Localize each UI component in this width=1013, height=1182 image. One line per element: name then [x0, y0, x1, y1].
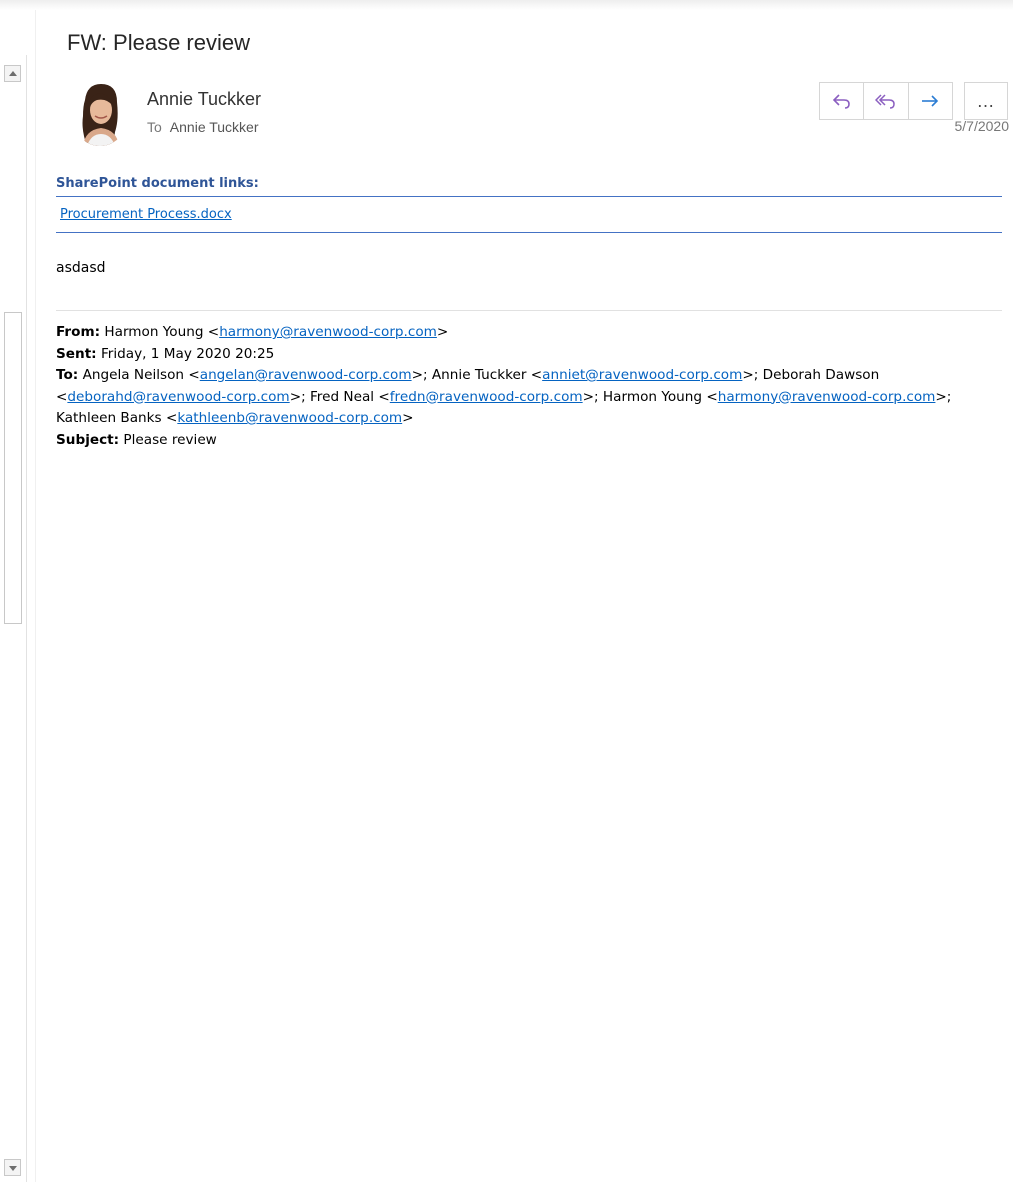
from-label: From: [56, 324, 101, 340]
message-date: 5/7/2020 [954, 118, 1010, 134]
sharepoint-document-link[interactable]: Procurement Process.docx [60, 207, 232, 222]
forward-icon [922, 95, 939, 107]
to-label: To [147, 119, 162, 135]
from-close: > [436, 324, 449, 340]
reply-icon [832, 94, 850, 109]
avatar-photo-icon [71, 80, 129, 146]
forwarded-from-line: From: Harmon Young <harmony@ravenwood-co… [56, 322, 1006, 344]
reply-button[interactable] [820, 83, 863, 119]
to-name-4: >; Fred Neal < [289, 388, 390, 405]
to-name-5: >; Harmon Young < [582, 388, 718, 405]
scroll-down-arrow-icon [9, 1166, 17, 1171]
to-label-forwarded: To: [56, 367, 79, 383]
reply-all-icon [874, 94, 895, 109]
subject-label: Subject: [56, 431, 120, 448]
forwarded-header: From: Harmon Young <harmony@ravenwood-co… [56, 322, 1006, 451]
message-body-text: asdasd [56, 260, 106, 276]
recipient-name[interactable]: Annie Tuckker [170, 119, 259, 135]
avatar[interactable] [71, 80, 129, 146]
forwarded-to-line: To: Angela Neilson <angelan@ravenwood-co… [56, 365, 1006, 430]
scrollbar-thumb[interactable] [4, 312, 22, 624]
scroll-up-button[interactable] [4, 65, 21, 82]
more-options-button[interactable]: … [964, 82, 1008, 120]
forwarded-sent-line: Sent: Friday, 1 May 2020 20:25 [56, 344, 1006, 366]
sent-value: Friday, 1 May 2020 20:25 [100, 345, 275, 362]
message-actions [819, 82, 953, 120]
forward-separator [56, 310, 1002, 311]
to-email-link-1[interactable]: angelan@ravenwood-corp.com [200, 367, 412, 383]
vertical-scrollbar[interactable] [0, 55, 27, 1182]
scroll-up-arrow-icon [9, 71, 17, 76]
to-email-link-2[interactable]: anniet@ravenwood-corp.com [542, 367, 742, 383]
subject-value: Please review [123, 431, 217, 448]
sharepoint-link-row: Procurement Process.docx [56, 205, 1002, 233]
forward-button[interactable] [907, 83, 952, 119]
sender-name[interactable]: Annie Tuckker [147, 89, 261, 110]
sent-label: Sent: [56, 345, 97, 362]
to-email-link-4[interactable]: fredn@ravenwood-corp.com [390, 389, 583, 405]
forwarded-subject-line: Subject: Please review [56, 430, 1006, 452]
reply-all-button[interactable] [863, 83, 907, 119]
to-name-1: Angela Neilson < [82, 367, 200, 383]
message-subject: FW: Please review [67, 30, 250, 55]
pane-divider [35, 10, 36, 1182]
from-name: Harmon Young < [104, 324, 220, 340]
to-email-link-5[interactable]: harmony@ravenwood-corp.com [718, 389, 936, 405]
sharepoint-links-header: SharePoint document links: [56, 176, 1002, 197]
to-email-link-3[interactable]: deborahd@ravenwood-corp.com [67, 389, 289, 405]
window-top-edge [0, 0, 1013, 10]
from-email-link[interactable]: harmony@ravenwood-corp.com [219, 324, 437, 340]
recipient-line: To Annie Tuckker [147, 119, 259, 135]
to-end: > [402, 410, 414, 426]
to-name-2: >; Annie Tuckker < [411, 367, 543, 383]
scroll-down-button[interactable] [4, 1159, 21, 1176]
to-email-link-6[interactable]: kathleenb@ravenwood-corp.com [177, 410, 402, 426]
